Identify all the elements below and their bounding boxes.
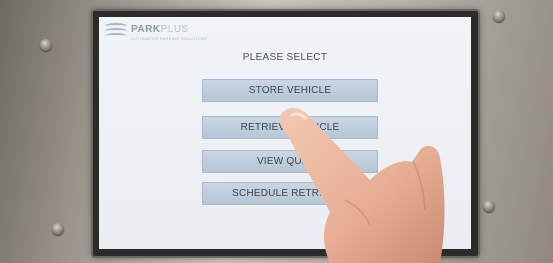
kiosk-panel: PARKPLUS AUTOMATED PARKING SOLUTIONS PLE…: [0, 0, 553, 263]
screw-icon: [52, 223, 64, 235]
retrieve-vehicle-button[interactable]: RETRIEVE VEHICLE: [202, 116, 378, 139]
store-vehicle-button[interactable]: STORE VEHICLE: [202, 79, 378, 102]
brand-logo: PARKPLUS AUTOMATED PARKING SOLUTIONS: [105, 22, 207, 42]
screw-icon: [493, 10, 505, 22]
parkplus-logo-icon: [105, 22, 127, 42]
brand-tagline: AUTOMATED PARKING SOLUTIONS: [131, 35, 207, 41]
screw-icon: [40, 39, 52, 51]
view-queue-button[interactable]: VIEW QUEUE: [202, 150, 378, 173]
screw-icon: [483, 200, 495, 212]
brand-name: PARKPLUS: [131, 23, 189, 35]
schedule-retrieval-button[interactable]: SCHEDULE RETRIEVAL: [202, 182, 378, 205]
page-title: PLEASE SELECT: [242, 52, 328, 63]
touch-screen: PARKPLUS AUTOMATED PARKING SOLUTIONS PLE…: [99, 17, 471, 249]
